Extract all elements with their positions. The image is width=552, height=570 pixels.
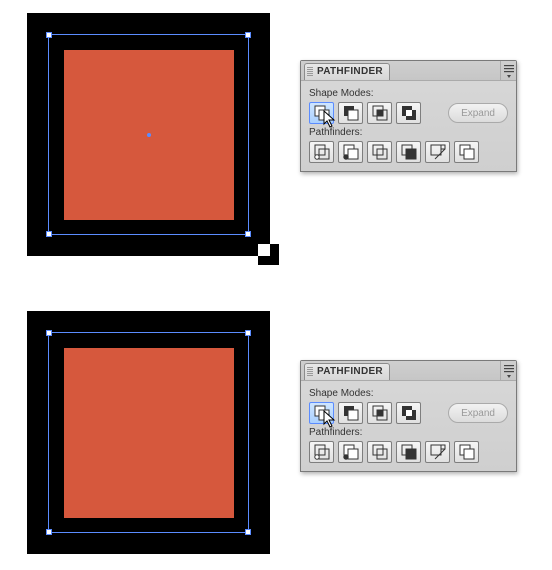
expand-button[interactable]: Expand: [448, 103, 508, 123]
shape-modes-label: Shape Modes:: [309, 388, 508, 399]
crop-icon: [400, 443, 418, 461]
divide-icon: [313, 443, 331, 461]
exclude-icon: [400, 404, 418, 422]
minus-front-icon: [342, 404, 360, 422]
intersect-icon: [371, 404, 389, 422]
shape-mode-unite-button[interactable]: [309, 102, 334, 124]
shape-mode-intersect-button[interactable]: [367, 402, 392, 424]
exclude-icon: [400, 104, 418, 122]
expand-button[interactable]: Expand: [448, 403, 508, 423]
shape-modes-label: Shape Modes:: [309, 88, 508, 99]
outline-icon: [429, 443, 447, 461]
crop-icon: [400, 143, 418, 161]
shape-mode-intersect-button[interactable]: [367, 102, 392, 124]
pathfinder-divide-button[interactable]: [309, 141, 334, 163]
panel-header[interactable]: PATHFINDER: [301, 361, 516, 381]
shape-mode-exclude-button[interactable]: [396, 402, 421, 424]
shape-mode-exclude-button[interactable]: [396, 102, 421, 124]
pathfinder-merge-button[interactable]: [367, 441, 392, 463]
panel-drag-grip[interactable]: [307, 367, 313, 377]
merge-icon: [371, 143, 389, 161]
panel-menu-icon: [504, 63, 514, 79]
pathfinders-row: [309, 141, 508, 163]
handle-top-left[interactable]: [46, 330, 52, 336]
pathfinders-label: Pathfinders:: [309, 127, 508, 138]
minus-front-icon: [342, 104, 360, 122]
trim-icon: [342, 443, 360, 461]
shape-modes-row: Expand: [309, 402, 508, 424]
handle-bottom-left[interactable]: [46, 529, 52, 535]
panel-menu-icon: [504, 363, 514, 379]
panel-body: Shape Modes: Expand Pathfinders:: [301, 381, 516, 471]
divide-icon: [313, 143, 331, 161]
panel-menu-button[interactable]: [500, 361, 516, 381]
pathfinder-panel: PATHFINDER Shape Modes: Expand Pathfinde…: [300, 60, 517, 172]
handle-top-right[interactable]: [245, 330, 251, 336]
unite-icon: [313, 404, 331, 422]
selection-bounds[interactable]: [48, 34, 249, 235]
shape-modes-row: Expand: [309, 102, 508, 124]
white-corner-notch: [258, 244, 270, 256]
pathfinders-row: [309, 441, 508, 463]
pathfinder-trim-button[interactable]: [338, 441, 363, 463]
pathfinder-crop-button[interactable]: [396, 441, 421, 463]
intersect-icon: [371, 104, 389, 122]
pathfinder-panel: PATHFINDER Shape Modes: Expand Pathfinde…: [300, 360, 517, 472]
shape-mode-minus-front-button[interactable]: [338, 402, 363, 424]
pathfinder-trim-button[interactable]: [338, 141, 363, 163]
panel-body: Shape Modes: Expand Pathfinders:: [301, 81, 516, 171]
pathfinder-crop-button[interactable]: [396, 141, 421, 163]
panel-header[interactable]: PATHFINDER: [301, 61, 516, 81]
trim-icon: [342, 143, 360, 161]
selection-center: [147, 133, 151, 137]
panel-title: PATHFINDER: [317, 366, 383, 380]
panel-title: PATHFINDER: [317, 66, 383, 80]
shape-mode-unite-button[interactable]: [309, 402, 334, 424]
pathfinder-outline-button[interactable]: [425, 441, 450, 463]
expand-label: Expand: [461, 108, 495, 119]
pathfinders-label: Pathfinders:: [309, 427, 508, 438]
panel-drag-grip[interactable]: [307, 67, 313, 77]
selection-bounds[interactable]: [48, 332, 249, 533]
merge-icon: [371, 443, 389, 461]
handle-bottom-left[interactable]: [46, 231, 52, 237]
handle-top-left[interactable]: [46, 32, 52, 38]
minus-back-icon: [458, 443, 476, 461]
minus-back-icon: [458, 143, 476, 161]
pathfinder-divide-button[interactable]: [309, 441, 334, 463]
panel-menu-button[interactable]: [500, 61, 516, 81]
outline-icon: [429, 143, 447, 161]
pathfinder-minus-back-button[interactable]: [454, 441, 479, 463]
handle-top-right[interactable]: [245, 32, 251, 38]
unite-icon: [313, 104, 331, 122]
pathfinder-merge-button[interactable]: [367, 141, 392, 163]
handle-bottom-right[interactable]: [245, 231, 251, 237]
shape-mode-minus-front-button[interactable]: [338, 102, 363, 124]
expand-label: Expand: [461, 408, 495, 419]
handle-bottom-right[interactable]: [245, 529, 251, 535]
pathfinder-outline-button[interactable]: [425, 141, 450, 163]
pathfinder-minus-back-button[interactable]: [454, 141, 479, 163]
